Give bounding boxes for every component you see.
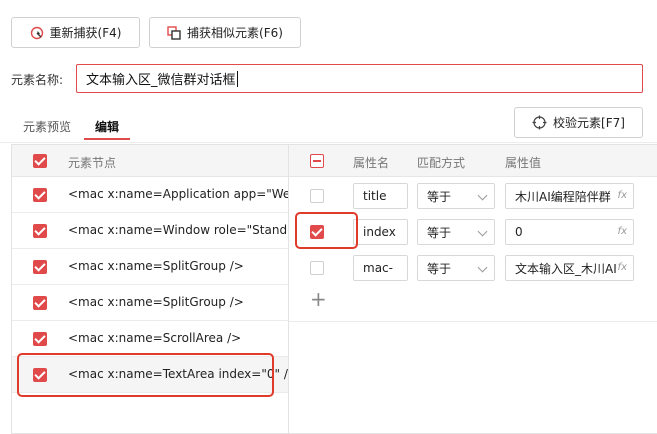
attributes-panel: 属性名 匹配方式 属性值 title 等于 木川AI编程陪伴群 fx index… <box>288 144 657 434</box>
match-mode-select[interactable]: 等于 <box>417 255 495 281</box>
tree-node-checkbox[interactable] <box>33 260 47 274</box>
capture-similar-label: 捕获相似元素(F6) <box>187 26 283 40</box>
match-mode-value: 等于 <box>427 189 452 204</box>
highlight-box-index-checkbox <box>295 212 358 249</box>
element-node-header: 元素节点 <box>68 156 117 170</box>
tree-node-text: <mac x:name=Application app="We... <box>68 187 302 201</box>
match-mode-header: 匹配方式 <box>417 156 466 170</box>
tree-node-checkbox[interactable] <box>33 296 47 310</box>
attribute-name-field[interactable]: title <box>353 183 408 209</box>
attribute-value-field[interactable]: 木川AI编程陪伴群 fx <box>505 183 634 209</box>
match-mode-select[interactable]: 等于 <box>417 219 495 245</box>
element-name-label: 元素名称: <box>11 73 64 87</box>
crosshair-icon <box>532 115 547 130</box>
attribute-value-field[interactable]: 文本输入区_木川AI fx <box>505 255 634 281</box>
tree-node-row[interactable]: <mac x:name=ScrollArea /> <box>12 321 288 357</box>
recapture-label: 重新捕获(F4) <box>49 26 122 40</box>
tree-node-row[interactable]: <mac x:name=SplitGroup /> <box>12 285 288 321</box>
fx-icon[interactable]: fx <box>615 190 627 201</box>
add-attribute-button[interactable]: + <box>310 289 327 309</box>
tree-node-row[interactable]: <mac x:name=Application app="We... <box>12 177 302 213</box>
attribute-name: index <box>363 225 396 239</box>
capture-similar-icon <box>167 25 181 40</box>
attribute-name-field[interactable]: mac- <box>353 255 408 281</box>
attr-value-header: 属性值 <box>505 156 542 170</box>
capture-similar-button[interactable]: 捕获相似元素(F6) <box>149 17 301 48</box>
tab-element-preview[interactable]: 元素预览 <box>23 118 71 135</box>
chevron-down-icon <box>477 226 488 237</box>
tree-node-text: <mac x:name=SplitGroup /> <box>68 295 244 309</box>
attribute-value: 文本输入区_木川AI <box>515 261 617 276</box>
attribute-value-field[interactable]: 0 fx <box>505 219 634 245</box>
tree-node-checkbox[interactable] <box>33 332 47 346</box>
match-mode-value: 等于 <box>427 225 452 240</box>
attribute-name: title <box>363 189 387 203</box>
attr-name-header: 属性名 <box>353 156 390 170</box>
verify-element-button[interactable]: 校验元素[F7] <box>514 107 643 138</box>
attribute-value: 0 <box>515 225 523 239</box>
attribute-checkbox[interactable] <box>310 189 324 203</box>
attribute-name: mac- <box>363 261 393 275</box>
match-mode-select[interactable]: 等于 <box>417 183 495 209</box>
tree-node-checkbox[interactable] <box>33 188 47 202</box>
element-name-value: 文本输入区_微信群对话框 <box>86 73 236 88</box>
fx-icon[interactable]: fx <box>615 226 627 237</box>
fx-icon[interactable]: fx <box>615 262 627 273</box>
tree-node-text: <mac x:name=Window role="Stand... <box>68 223 299 237</box>
tree-node-row[interactable]: <mac x:name=SplitGroup /> <box>12 249 288 285</box>
tree-node-checkbox[interactable] <box>33 224 47 238</box>
select-all-attributes-checkbox[interactable] <box>310 154 324 168</box>
recapture-icon <box>30 26 43 39</box>
attributes-header: 属性名 匹配方式 属性值 <box>289 145 657 177</box>
tree-node-text: <mac x:name=SplitGroup /> <box>68 259 244 273</box>
select-all-nodes-checkbox[interactable] <box>33 154 47 168</box>
tree-node-row[interactable]: <mac x:name=Window role="Stand... <box>12 213 299 249</box>
highlight-box-textarea-node <box>17 353 274 397</box>
tab-divider <box>0 142 657 143</box>
attribute-value: 木川AI编程陪伴群 <box>515 189 611 204</box>
text-caret <box>236 70 238 87</box>
verify-element-label: 校验元素[F7] <box>553 116 625 130</box>
chevron-down-icon <box>477 262 488 273</box>
recapture-button[interactable]: 重新捕获(F4) <box>11 17 140 48</box>
chevron-down-icon <box>477 190 488 201</box>
match-mode-value: 等于 <box>427 261 452 276</box>
attributes-divider <box>289 321 657 322</box>
tab-edit[interactable]: 编辑 <box>95 118 119 135</box>
attribute-name-field[interactable]: index <box>353 219 408 245</box>
element-name-input[interactable]: 文本输入区_微信群对话框 <box>76 64 643 93</box>
attribute-checkbox[interactable] <box>310 261 324 275</box>
active-tab-indicator <box>84 138 130 140</box>
element-tree-header: 元素节点 <box>12 145 288 177</box>
tree-node-text: <mac x:name=ScrollArea /> <box>68 331 242 345</box>
